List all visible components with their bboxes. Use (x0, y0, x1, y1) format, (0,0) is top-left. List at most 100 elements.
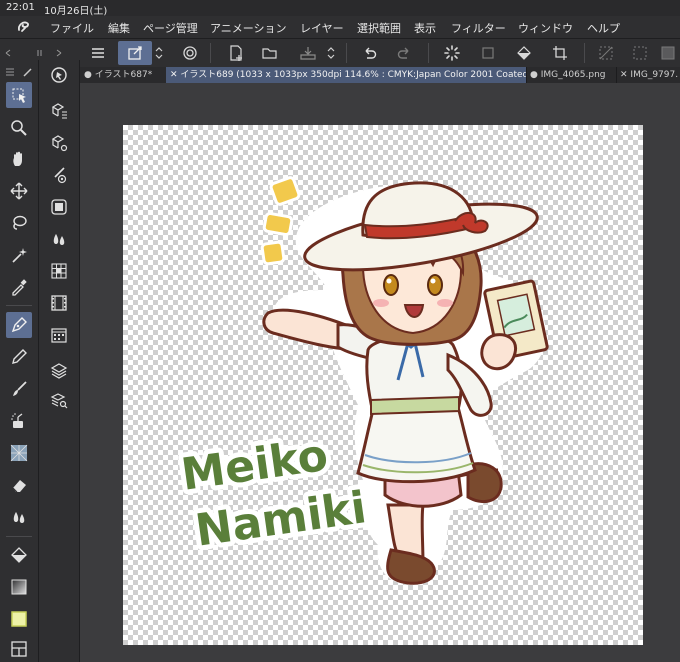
color-swatch-icon (11, 611, 27, 627)
brush-size-button[interactable] (46, 162, 72, 188)
brush-size-icon (54, 167, 67, 184)
hide-selection-icon (599, 46, 613, 60)
frame-tool[interactable] (6, 636, 32, 662)
crop-button[interactable] (548, 41, 572, 65)
color-swatch[interactable] (6, 606, 32, 632)
timeline-button[interactable] (46, 290, 72, 316)
transparent-canvas[interactable]: Meiko Meiko Namiki Namiki (123, 125, 643, 645)
open-folder-button[interactable] (258, 41, 282, 65)
tab-illust-687[interactable]: ● イラスト687* (80, 67, 167, 83)
layer-search-button[interactable] (46, 388, 72, 414)
menu-window[interactable]: ウィンドウ (518, 20, 573, 36)
magic-wand-tool[interactable] (6, 242, 32, 268)
droplets-icon (13, 512, 25, 523)
rotate-cursor-icon (51, 67, 67, 83)
sub-tool-toggle-button[interactable] (118, 41, 152, 65)
selection-fill-icon (661, 46, 675, 60)
menu-view[interactable]: 表示 (414, 20, 436, 36)
new-file-button[interactable] (224, 41, 248, 65)
navigator-icon (51, 199, 67, 215)
selection-fill-button[interactable] (656, 41, 680, 65)
palette-menu-icon[interactable] (4, 66, 34, 78)
tab-modified-dot-icon: ● (84, 70, 92, 80)
save-stepper[interactable] (324, 41, 338, 65)
layers-stack-icon (50, 363, 68, 379)
menu-selection[interactable]: 選択範囲 (357, 20, 401, 36)
undo-button[interactable] (358, 41, 382, 65)
rotate-view-button[interactable] (46, 62, 72, 88)
clear-button[interactable] (476, 41, 500, 65)
redo-button[interactable] (392, 41, 416, 65)
fill-tool[interactable] (6, 542, 32, 568)
move-tool[interactable] (6, 178, 32, 204)
menu-filter[interactable]: フィルター (451, 20, 506, 36)
3d-settings-button[interactable] (46, 130, 72, 156)
brush-tool[interactable] (6, 376, 32, 402)
operation-tool[interactable] (6, 82, 32, 108)
navigator-button[interactable] (46, 194, 72, 220)
pen-tool[interactable] (6, 312, 32, 338)
chevron-updown-icon (155, 47, 163, 59)
toolbar-separator (584, 43, 585, 63)
redo-icon (397, 47, 409, 59)
tab-illust-689[interactable]: ✕ イラスト689 (1033 x 1033px 350dpi 114.6% :… (166, 67, 527, 83)
brush-icon (13, 381, 27, 396)
zoom-tool[interactable] (6, 115, 32, 141)
toolbar-separator (428, 43, 429, 63)
eyedropper-tool[interactable] (6, 274, 32, 300)
tab-close-icon[interactable]: ✕ (170, 70, 178, 80)
clip-studio-logo-icon[interactable] (16, 19, 32, 35)
menu-layer[interactable]: レイヤー (300, 20, 344, 36)
airbrush-tool[interactable] (6, 408, 32, 434)
busy-indicator-button[interactable] (440, 41, 464, 65)
frame-border-icon (11, 641, 27, 657)
name-caption: Meiko Meiko Namiki Namiki (173, 425, 374, 562)
blend-tool[interactable] (6, 504, 32, 530)
save-icon (300, 47, 316, 60)
hide-selection-button[interactable] (594, 41, 618, 65)
menu-file[interactable]: ファイル (50, 20, 94, 36)
menu-help[interactable]: ヘルプ (587, 20, 620, 36)
gradient-tool[interactable] (6, 574, 32, 600)
gradient-icon (11, 579, 27, 595)
lasso-tool[interactable] (6, 210, 32, 236)
hand-tool[interactable] (6, 146, 32, 172)
palette-header (4, 63, 34, 78)
selection-outline-button[interactable] (628, 41, 652, 65)
panel-handle-icon[interactable] (4, 43, 62, 57)
eraser-tool[interactable] (6, 472, 32, 498)
updown-stepper[interactable] (152, 41, 166, 65)
menu-animation[interactable]: アニメーション (210, 20, 287, 36)
fill-button[interactable] (512, 41, 536, 65)
magnifier-icon (11, 120, 27, 136)
pencil-tool[interactable] (6, 344, 32, 370)
airbrush-icon (11, 413, 23, 428)
selection-outline-icon (633, 46, 647, 60)
palette-separator (6, 536, 32, 537)
folder-open-icon (262, 48, 277, 59)
swirl-button[interactable] (178, 41, 202, 65)
color-set-button[interactable] (46, 258, 72, 284)
tab-img-4065[interactable]: ● IMG_4065.png (526, 67, 617, 83)
tab-label: IMG_9797. (630, 70, 679, 80)
menu-toggle-button[interactable] (86, 41, 110, 65)
layer-property-button[interactable] (46, 98, 72, 124)
tab-close-icon[interactable]: ✕ (620, 70, 628, 80)
layer-panel-button[interactable] (46, 358, 72, 384)
eraser-icon (12, 480, 26, 493)
tab-img-9797[interactable]: ✕ IMG_9797. (616, 67, 680, 83)
menu-edit[interactable]: 編集 (108, 20, 130, 36)
menu-page[interactable]: ページ管理 (143, 20, 198, 36)
eyedropper-icon (12, 279, 27, 296)
status-date: 10月26日(土) (44, 6, 108, 17)
save-button[interactable] (296, 41, 320, 65)
sparkle-marks (260, 176, 301, 266)
tab-label: イラスト687* (94, 70, 153, 80)
character-artwork: Meiko Meiko Namiki Namiki (173, 176, 549, 585)
object-select-icon (12, 88, 26, 103)
canvas-area[interactable]: Meiko Meiko Namiki Namiki (80, 83, 680, 662)
page-manager-button[interactable] (46, 322, 72, 348)
color-mixing-button[interactable] (46, 226, 72, 252)
decoration-tool[interactable] (6, 440, 32, 466)
lasso-icon (13, 215, 27, 230)
